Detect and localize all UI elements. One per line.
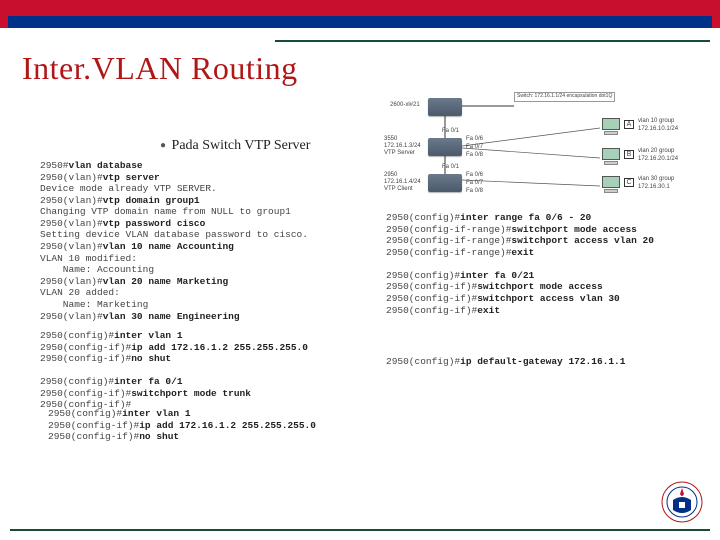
page-title: Inter.VLAN Routing (22, 50, 720, 87)
switch-client-icon (428, 174, 462, 192)
bullet-line: ● Pada Switch VTP Server (160, 138, 310, 154)
pc-b-tag: B (624, 150, 634, 159)
router-icon (428, 98, 462, 116)
pc-c-vlan: vlan 30 group (638, 176, 674, 182)
switch-server-name: VTP Server (384, 150, 415, 156)
bullet-text: Pada Switch VTP Server (172, 138, 311, 153)
switch-client-ip: 172.16.1.4/24 (384, 179, 421, 185)
pc-c-ip: 172.16.30.1 (638, 184, 670, 190)
switch-client-model: 2950 (384, 172, 397, 178)
switch-client-port-1: Fa 0/7 (466, 180, 483, 186)
switch-client-port-2: Fa 0/8 (466, 188, 483, 194)
switch-client-name: VTP Client (384, 186, 413, 192)
network-diagram: 2600-xl#21 Switch: 172.16.1.1/24 encapsu… (390, 96, 700, 196)
cli-default-gw: 2950(config)#ip default-gateway 172.16.1… (386, 356, 625, 368)
divider-bottom (10, 529, 710, 531)
switch-server-port-up: Fa 0/1 (442, 128, 459, 134)
pc-a-vlan: vlan 10 group (638, 118, 674, 124)
pc-b-vlan: vlan 20 group (638, 148, 674, 154)
pc-c-icon (600, 176, 622, 194)
header-bar-red (0, 0, 720, 28)
pc-b-icon (600, 148, 622, 166)
switch-client-port-up: Fa 0/1 (442, 164, 459, 170)
switch-server-model: 3550 (384, 136, 397, 142)
pc-b-ip: 172.16.20.1/24 (638, 156, 678, 162)
router-label: 2600-xl#21 (390, 102, 420, 108)
cli-vlan1-trunk: 2950(config)#inter vlan 1 2950(config-if… (40, 330, 308, 411)
pc-a-tag: A (624, 120, 634, 129)
switch-server-ip: 172.16.1.3/24 (384, 143, 421, 149)
university-logo-icon (660, 480, 704, 524)
divider-top (275, 40, 710, 42)
switch-server-icon (428, 138, 462, 156)
cli-vtp-server: 2950#vlan database 2950(vlan)#vtp server… (40, 160, 308, 322)
switch-server-port-1: Fa 0/7 (466, 144, 483, 150)
header-bar-blue (8, 16, 712, 28)
switch-server-port-0: Fa 0/6 (466, 136, 483, 142)
pc-a-icon (600, 118, 622, 136)
cli-vlan1-client: 2950(config)#inter vlan 1 2950(config-if… (48, 408, 316, 443)
switch-server-port-2: Fa 0/8 (466, 152, 483, 158)
pc-a-ip: 172.16.10.1/24 (638, 126, 678, 132)
bullet-dot-icon: ● (160, 140, 166, 151)
pc-c-tag: C (624, 178, 634, 187)
cli-access-vlan: 2950(config)#inter range fa 0/6 - 20 295… (386, 212, 654, 316)
router-note: Switch: 172.16.1.1/24 encapsulation dot1… (514, 92, 615, 102)
switch-client-port-0: Fa 0/6 (466, 172, 483, 178)
